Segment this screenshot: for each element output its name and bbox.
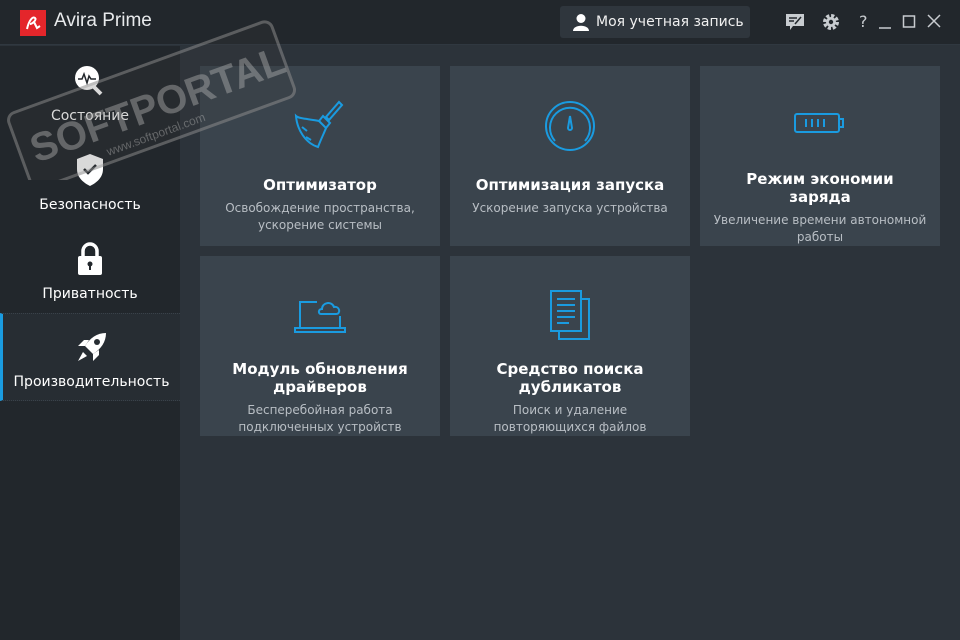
lock-icon — [78, 242, 102, 275]
tile-title: Средство поиска дубликатов — [496, 360, 644, 396]
tile-description: Увеличение времени автономной работы — [713, 213, 927, 244]
settings-gear-icon[interactable] — [821, 12, 841, 37]
tile-title: Оптимизатор — [263, 176, 377, 194]
broom-icon — [294, 100, 344, 149]
rocket-icon — [77, 333, 106, 361]
tile-description: Поиск и удаление повторяющихся файлов — [493, 403, 647, 434]
tile-startup-optimizer[interactable]: Оптимизация запуска Ускорение запуска ус… — [450, 66, 690, 246]
tile-duplicate-finder[interactable]: Средство поиска дубликатов Поиск и удале… — [450, 256, 690, 436]
tile-description: Ускорение запуска устройства — [472, 201, 668, 215]
sidebar-item-label: Производительность — [13, 374, 170, 390]
sidebar-item-privacy[interactable]: Приватность — [0, 224, 180, 312]
status-pulse-icon — [75, 66, 103, 96]
app-title: Avira Prime — [54, 10, 152, 31]
account-label: Моя учетная запись — [596, 14, 744, 30]
user-icon — [573, 14, 589, 31]
tile-battery-saver[interactable]: Режим экономии заряда Увеличение времени… — [700, 66, 940, 246]
close-button[interactable] — [926, 12, 942, 37]
avira-logo — [20, 10, 46, 36]
help-button[interactable]: ? — [859, 12, 868, 32]
sidebar-item-label: Безопасность — [39, 197, 141, 213]
my-account-button[interactable]: Моя учетная запись — [560, 6, 750, 38]
tile-title: Оптимизация запуска — [475, 176, 665, 194]
sidebar: Состояние Безопасность Приватность Произ… — [0, 46, 180, 640]
tile-description: Освобождение пространства, ускорение сис… — [225, 201, 415, 232]
sidebar-item-performance[interactable]: Производительность — [0, 313, 180, 401]
tile-title: Модуль обновления драйверов — [232, 360, 408, 396]
feedback-icon[interactable] — [785, 12, 805, 37]
tile-title: Режим экономии заряда — [746, 170, 894, 206]
sidebar-item-status[interactable]: Состояние — [0, 46, 180, 134]
battery-icon — [794, 113, 844, 133]
shield-check-icon — [77, 154, 103, 186]
maximize-button[interactable] — [902, 12, 916, 37]
laptop-cloud-icon — [294, 301, 346, 333]
sidebar-item-label: Состояние — [50, 108, 130, 124]
sidebar-item-security[interactable]: Безопасность — [0, 135, 180, 223]
title-bar: Avira Prime Моя учетная запись ? — [0, 0, 960, 45]
tile-description: Бесперебойная работа подключенных устрой… — [238, 403, 402, 434]
minimize-button[interactable] — [878, 12, 892, 37]
tile-driver-updater[interactable]: Модуль обновления драйверов Бесперебойна… — [200, 256, 440, 436]
speedometer-icon — [545, 101, 595, 151]
sidebar-item-label: Приватность — [42, 286, 138, 302]
tile-optimizer[interactable]: Оптимизатор Освобождение пространства, у… — [200, 66, 440, 246]
duplicate-files-icon — [550, 290, 590, 340]
